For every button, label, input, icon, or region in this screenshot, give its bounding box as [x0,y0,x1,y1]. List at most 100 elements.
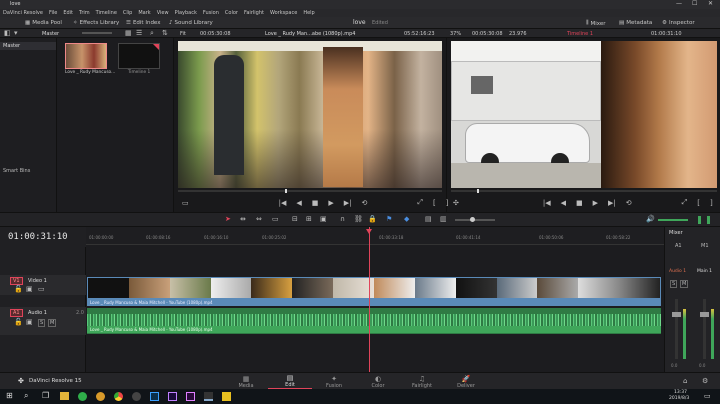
audio-clip-label[interactable]: Love _ Rudy Mancuso & Maia Mitchell - Yo… [87,326,661,333]
page-deliver[interactable]: 🚀 Deliver [444,375,488,389]
chrome-icon[interactable] [114,392,123,401]
timeline-ruler[interactable]: 01:00:00:00 01:00:08:16 01:00:16:10 01:0… [86,227,664,245]
solo-button[interactable]: S [38,319,46,327]
menu-help[interactable]: Help [303,10,314,16]
close-button[interactable]: ✕ [708,0,713,7]
overwrite-clip-icon[interactable]: ⊞ [306,215,312,223]
stop-icon[interactable]: ■ [576,199,583,207]
search-icon[interactable]: ⌕ [150,29,154,38]
timeline-timecode[interactable]: 01:00:31:10 [8,232,68,242]
menu-fusion[interactable]: Fusion [203,10,219,16]
menu-fairlight[interactable]: Fairlight [244,10,264,16]
edit-index-button[interactable]: ☰ Edit Index [126,20,160,26]
resolve-taskbar-icon[interactable] [204,392,213,401]
play-icon[interactable]: ▶ [328,199,333,207]
source-scrubber[interactable] [178,190,442,192]
mixer-button[interactable]: ⫼ Mixer [586,20,606,27]
grid-view-icon[interactable]: ▦ [125,29,132,37]
video-clip-label[interactable]: Love _ Rudy Mancuso & Maia Mitchell - Yo… [87,299,661,306]
timeline-playhead[interactable] [369,227,370,372]
program-scrubber[interactable] [451,190,717,192]
sound-library-button[interactable]: ♪ Sound Library [169,20,213,26]
dynamic-trim-icon[interactable]: ⇔ [256,215,262,223]
lock-track-icon[interactable]: 🔓 [14,318,23,326]
search-icon[interactable]: ⌕ [24,391,28,401]
replace-clip-icon[interactable]: ▣ [320,215,327,223]
playhead-handle[interactable] [366,229,372,234]
menu-playback[interactable]: Playback [175,10,197,16]
audio-track-header[interactable]: A1 Audio 1 2.0 🔓 ▣ S M [0,307,86,335]
jog-left-icon[interactable]: |◀ [279,199,287,207]
home-icon[interactable]: ⌂ [683,377,687,385]
inspector-button[interactable]: ⚙ Inspector [662,20,695,26]
app-icon[interactable] [96,392,105,401]
media-pool-button[interactable]: ▦ Media Pool [25,20,62,26]
lock-track-icon[interactable]: 🔓 [14,285,23,293]
premiere-icon[interactable] [186,392,195,401]
play-reverse-icon[interactable]: ◀ [561,199,566,207]
source-clip-name[interactable]: Love _ Rudy Man...abe (1080p).mp4 [265,31,355,37]
jog-right-icon[interactable]: ▶| [344,199,352,207]
metadata-button[interactable]: ▤ Metadata [619,20,652,26]
jog-left-icon[interactable]: |◀ [543,199,551,207]
clip-thumbnail[interactable]: Love _ Rudy Mancuso... [65,43,115,75]
transform-icon[interactable]: ✣ [453,199,459,207]
menu-view[interactable]: View [157,10,169,16]
snapping-icon[interactable]: ∩ [340,215,345,223]
windows-start-icon[interactable]: ⊞ [6,391,13,400]
page-edit[interactable]: ▤ Edit [268,374,312,389]
speaker-icon[interactable]: 🔊 [646,215,655,223]
timeline-thumbnail[interactable]: Timeline 1 [118,43,160,75]
mute-button[interactable]: M [48,319,57,327]
minimize-button[interactable]: — [676,0,682,7]
master-fader-handle[interactable] [700,312,709,317]
blade-tool-icon[interactable]: ▭ [272,215,279,223]
fader-handle[interactable] [672,312,681,317]
timeline-name[interactable]: Timeline 1 [567,31,593,37]
bin-list-icon[interactable]: ▾ [14,29,18,37]
menu-workspace[interactable]: Workspace [270,10,297,16]
play-icon[interactable]: ▶ [593,199,598,207]
mixer-solo-button[interactable]: S [670,280,678,288]
settings-gear-icon[interactable]: ⚙ [702,377,708,385]
source-playhead[interactable] [285,189,287,193]
selection-tool-icon[interactable]: ➤ [225,215,231,223]
trim-tool-icon[interactable]: ⇹ [240,215,246,223]
disable-track-icon[interactable]: ▭ [38,285,45,293]
menu-edit[interactable]: Edit [63,10,73,16]
fader-track[interactable] [675,299,678,359]
timeline-lanes[interactable]: Love _ Rudy Mancuso & Maia Mitchell - Yo… [86,227,664,372]
video-track-header[interactable]: V1 Video 1 🔓 ▣ ▭ [0,275,86,295]
page-fusion[interactable]: ✦ Fusion [312,375,356,389]
mixer-mute-button[interactable]: M [680,280,689,288]
timeline-zoom-handle[interactable] [470,217,475,222]
zoom-detail-icon[interactable]: ▥ [440,215,447,223]
viewer-options-icon[interactable]: ▭ [182,199,189,207]
timeline-zoom-slider[interactable] [455,219,495,221]
task-view-icon[interactable]: ❐ [42,391,49,400]
file-explorer-icon[interactable] [60,392,69,400]
stop-icon[interactable]: ■ [312,199,319,207]
app-icon[interactable] [132,392,141,401]
photoshop-icon[interactable] [150,392,159,401]
sticky-notes-icon[interactable] [222,392,231,401]
menu-davinci[interactable]: DaVinci Resolve [3,10,43,16]
page-fairlight[interactable]: ♫ Fairlight [400,375,444,389]
source-viewer[interactable] [174,38,446,221]
program-zoom[interactable]: 37% [450,31,461,37]
mark-in-icon[interactable]: [ [697,199,700,207]
program-playhead[interactable] [477,189,479,193]
zoom-full-icon[interactable]: ▤ [425,215,432,223]
play-reverse-icon[interactable]: ◀ [296,199,301,207]
timeline-viewer[interactable] [446,38,720,221]
page-media[interactable]: ▦ Media [224,375,268,389]
match-frame-icon[interactable]: ⤢ [682,198,688,207]
menu-timeline[interactable]: Timeline [96,10,117,16]
marker-icon[interactable]: ◆ [404,215,409,223]
menu-file[interactable]: File [49,10,57,16]
link-icon[interactable]: ⛓ [354,215,363,223]
jog-right-icon[interactable]: ▶| [608,199,616,207]
page-color[interactable]: ◐ Color [356,375,400,389]
after-effects-icon[interactable] [168,392,177,401]
menu-color[interactable]: Color [225,10,238,16]
